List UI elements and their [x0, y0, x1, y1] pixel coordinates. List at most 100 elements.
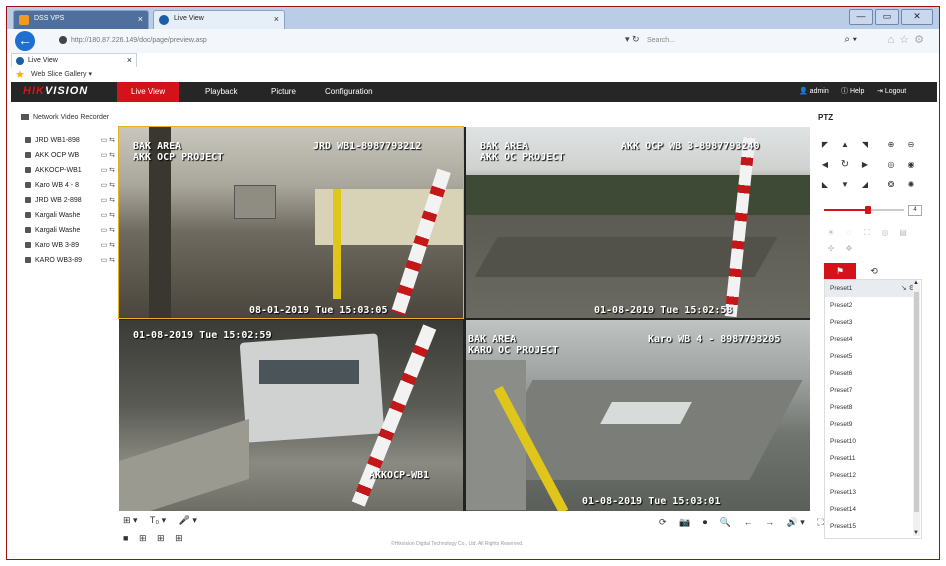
preset-item[interactable]: Preset3	[825, 314, 911, 331]
zoom-in-icon[interactable]: ⊕	[884, 139, 898, 151]
url-field[interactable]: http://180.87.226.149/doc/page/preview.a…	[59, 34, 639, 48]
tab-live-view[interactable]: Live View ×	[11, 53, 137, 67]
browser-tab-liveview[interactable]: Live View ×	[153, 10, 285, 29]
video-tile-karo-wb4[interactable]: BAK AREA KARO OC PROJECT Karo WB 4 - 898…	[466, 320, 810, 511]
video-tile-akk-ocp-wb3[interactable]: BAK AREA AKK OC PROJECT AKK OCP WB 3-898…	[466, 127, 810, 318]
light-icon[interactable]: ☀	[824, 227, 838, 239]
stop-all-icon[interactable]: ⟳	[659, 517, 667, 527]
preset-item[interactable]: Preset14	[825, 501, 911, 518]
record-stream-icon[interactable]: ▭ ⇆	[101, 254, 115, 268]
menu-aux-icon[interactable]: ▤	[896, 227, 910, 239]
iris-close-icon[interactable]: ✺	[904, 179, 918, 191]
layout-3x3-icon[interactable]: ⊞	[157, 533, 165, 543]
refresh-icon[interactable]: ▾ ↻	[625, 34, 640, 45]
record-stream-icon[interactable]: ▭ ⇆	[101, 239, 115, 253]
menu-live-view[interactable]: Live View	[117, 82, 180, 102]
focus-aux-icon[interactable]: ◎	[878, 227, 892, 239]
record-stream-icon[interactable]: ▭ ⇆	[101, 179, 115, 193]
volume-icon[interactable]: 🔊 ▾	[787, 517, 805, 527]
zoom-out-icon[interactable]: ⊖	[904, 139, 918, 151]
record-stream-icon[interactable]: ▭ ⇆	[101, 164, 115, 178]
init-lens-icon[interactable]: ✥	[842, 243, 856, 255]
camera-item[interactable]: KARO WB3-89 ▭ ⇆	[25, 254, 115, 268]
wiper-icon[interactable]: ◌	[842, 227, 856, 239]
tab-patrol-icon[interactable]: ⟲	[858, 263, 890, 279]
audio-button[interactable]: 🎤 ▾	[179, 515, 197, 525]
video-tile-akkocp-wb1[interactable]: 01-08-2019 Tue 15:02:59 AKKOCP-WB1	[119, 320, 463, 511]
preset-item[interactable]: Preset15	[825, 518, 911, 535]
preset-item[interactable]: Preset1 ↘ ⚙	[825, 280, 917, 297]
camera-item[interactable]: Kargali Washe ▭ ⇆	[25, 224, 115, 238]
maximize-button[interactable]: ▭	[875, 9, 899, 25]
prev-page-icon[interactable]: ←	[744, 517, 753, 527]
video-tile-jrd-wb1[interactable]: BAK AREA AKK OCP PROJECT JRD WB1-8987793…	[118, 126, 464, 319]
preset-item[interactable]: Preset8	[825, 399, 911, 416]
preset-item[interactable]: Preset2	[825, 297, 911, 314]
ptz-up-icon[interactable]: ▲	[838, 139, 852, 151]
ptz-down-icon[interactable]: ▼	[838, 179, 852, 191]
menu-playback[interactable]: Playback	[191, 82, 251, 102]
focus-far-icon[interactable]: ◉	[904, 159, 918, 171]
back-button[interactable]: ←	[15, 31, 35, 51]
ptz-down-right-icon[interactable]: ◢	[858, 179, 872, 191]
record-stream-icon[interactable]: ▭ ⇆	[101, 194, 115, 208]
camera-item[interactable]: AKK OCP WB ▭ ⇆	[25, 149, 115, 163]
camera-item[interactable]: Kargali Washe ▭ ⇆	[25, 209, 115, 223]
close-icon[interactable]: ×	[274, 14, 279, 24]
layout-4x4-icon[interactable]: ⊞	[175, 533, 183, 543]
camera-item[interactable]: Karo WB 3-89 ▭ ⇆	[25, 239, 115, 253]
camera-item[interactable]: JRD WB1-898 ▭ ⇆	[25, 134, 115, 148]
close-icon[interactable]: ×	[127, 54, 132, 67]
3d-zoom-icon[interactable]: ⛶	[860, 227, 874, 239]
preset-item[interactable]: Preset13	[825, 484, 911, 501]
preset-item[interactable]: Preset12	[825, 467, 911, 484]
preset-item[interactable]: Preset11	[825, 450, 911, 467]
ptz-speed-slider[interactable]	[824, 206, 904, 214]
preset-item[interactable]: Preset6	[825, 365, 911, 382]
next-page-icon[interactable]: →	[765, 517, 774, 527]
nvr-root-node[interactable]: Network Video Recorder	[21, 114, 109, 121]
search-input[interactable]: Search... ⌕ ▾	[647, 34, 857, 48]
ptz-auto-icon[interactable]: ↻	[838, 159, 852, 171]
ptz-down-left-icon[interactable]: ◣	[818, 179, 832, 191]
record-stream-icon[interactable]: ▭ ⇆	[101, 209, 115, 223]
favorites-star-icon[interactable]: ★	[15, 68, 25, 81]
iris-open-icon[interactable]: ❂	[884, 179, 898, 191]
tab-preset-icon[interactable]: ⚑	[824, 263, 856, 279]
record-stream-icon[interactable]: ▭ ⇆	[101, 149, 115, 163]
close-icon[interactable]: ×	[138, 14, 143, 24]
layout-1x1-icon[interactable]: ■	[123, 533, 128, 543]
browser-tab-dss[interactable]: DSS VPS ×	[13, 10, 149, 29]
logout-link[interactable]: ⇥ Logout	[877, 82, 906, 102]
camera-item[interactable]: JRD WB 2-898 ▭ ⇆	[25, 194, 115, 208]
stream-type-button[interactable]: T₀ ▾	[150, 515, 166, 525]
help-link[interactable]: ⓘ Help	[841, 82, 864, 102]
web-slice-gallery-link[interactable]: Web Slice Gallery ▾	[31, 70, 92, 78]
preset-item[interactable]: Preset4	[825, 331, 911, 348]
close-window-button[interactable]: ✕	[901, 9, 933, 25]
focus-near-icon[interactable]: ◎	[884, 159, 898, 171]
capture-icon[interactable]: 📷	[679, 517, 690, 527]
zoom-icon[interactable]: 🔍	[720, 517, 731, 527]
scroll-down-icon[interactable]: ▼	[913, 530, 919, 536]
ptz-left-icon[interactable]: ◀	[818, 159, 832, 171]
ptz-right-icon[interactable]: ▶	[858, 159, 872, 171]
preset-item[interactable]: Preset10	[825, 433, 911, 450]
camera-item[interactable]: Karo WB 4 - 8 ▭ ⇆	[25, 179, 115, 193]
menu-configuration[interactable]: Configuration	[311, 82, 387, 102]
manual-track-icon[interactable]: ✣	[824, 243, 838, 255]
search-icon[interactable]: ⌕ ▾	[844, 33, 857, 47]
preset-item[interactable]: Preset5	[825, 348, 911, 365]
preset-item[interactable]: Preset7	[825, 382, 911, 399]
user-menu[interactable]: 👤 admin	[799, 82, 829, 102]
layout-2x2-icon[interactable]: ⊞	[139, 533, 147, 543]
scroll-thumb[interactable]	[914, 292, 919, 512]
browser-toolbar-icons[interactable]: ⌂☆⚙	[888, 33, 929, 46]
ptz-up-right-icon[interactable]: ◥	[858, 139, 872, 151]
menu-picture[interactable]: Picture	[257, 82, 310, 102]
record-icon[interactable]: ⏺	[703, 517, 708, 527]
camera-item[interactable]: AKKOCP-WB1 ▭ ⇆	[25, 164, 115, 178]
preset-scrollbar[interactable]: ▲ ▼	[913, 280, 920, 536]
record-stream-icon[interactable]: ▭ ⇆	[101, 134, 115, 148]
minimize-button[interactable]: —	[849, 9, 873, 25]
